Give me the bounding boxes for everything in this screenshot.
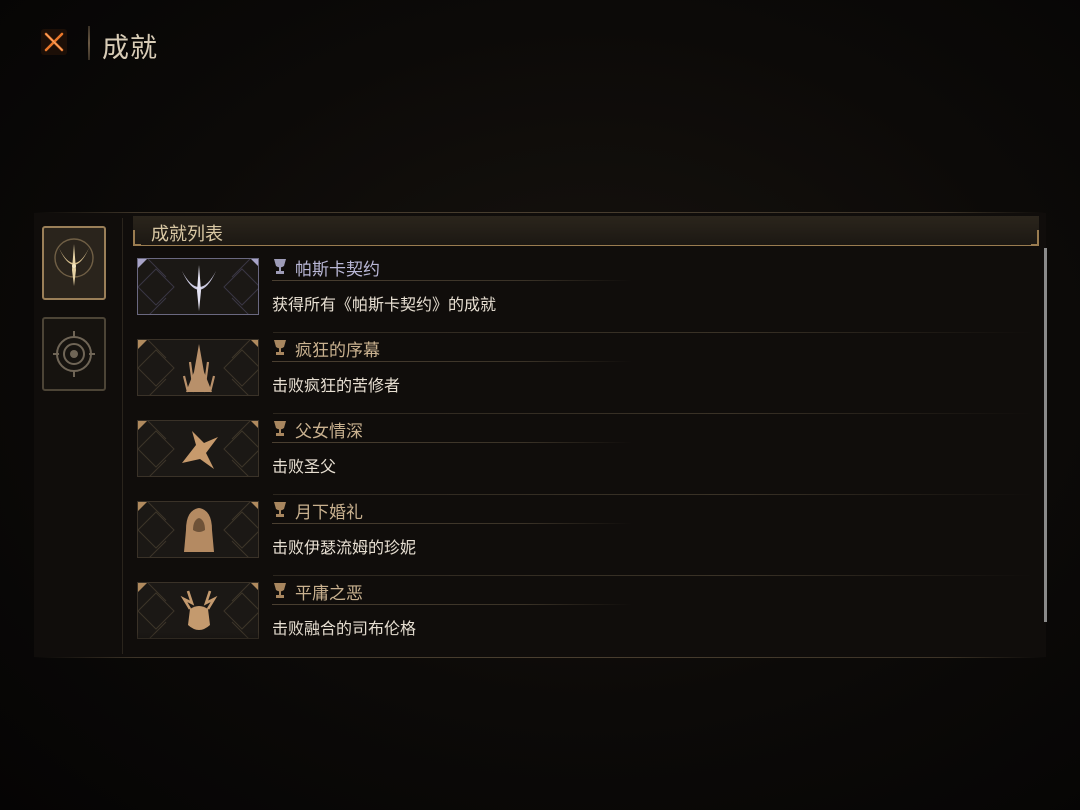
- achievement-description: 击败圣父: [272, 457, 337, 476]
- achievement-name: 父女情深: [295, 422, 363, 442]
- scrollbar-thumb[interactable]: [1044, 248, 1047, 622]
- trophy-icon: [274, 502, 286, 517]
- achievement-row[interactable]: 帕斯卡契约 获得所有《帕斯卡契约》的成就: [135, 252, 1040, 333]
- trophy-icon: [274, 340, 286, 355]
- name-underline: [272, 361, 632, 362]
- crescent-blade-icon: [182, 265, 216, 311]
- name-underline: [272, 442, 632, 443]
- hooded-bride-icon: [184, 508, 214, 552]
- spiral-sun-icon: [53, 331, 95, 377]
- crescent-blade-icon: [54, 238, 94, 286]
- list-title: 成就列表: [151, 224, 223, 245]
- name-underline: [272, 604, 632, 605]
- achievement-badge: [137, 582, 259, 639]
- header-divider: [88, 26, 90, 60]
- name-underline: [272, 280, 632, 281]
- achievement-badge: [137, 501, 259, 558]
- close-x-icon: [41, 29, 67, 55]
- panel-bottom-border: [34, 657, 1046, 658]
- achievement-description: 击败疯狂的苦修者: [272, 376, 401, 395]
- achievement-name: 帕斯卡契约: [295, 260, 380, 280]
- achievement-badge: [137, 420, 259, 477]
- achievement-description: 获得所有《帕斯卡契约》的成就: [272, 295, 497, 314]
- category-tab-2[interactable]: [42, 317, 106, 391]
- achievement-row[interactable]: 父女情深 击败圣父: [135, 414, 1040, 495]
- pointing-hands-icon: [182, 431, 218, 469]
- achievement-badge: [137, 258, 259, 315]
- spire-cathedral-icon: [182, 344, 216, 393]
- antlered-beast-icon: [180, 590, 218, 630]
- close-button[interactable]: [38, 26, 70, 58]
- trophy-icon: [274, 259, 286, 274]
- achievement-name: 月下婚礼: [295, 503, 363, 523]
- panel-top-border: [34, 212, 1046, 213]
- achievement-description: 击败伊瑟流姆的珍妮: [272, 538, 417, 557]
- achievement-list: 帕斯卡契约 获得所有《帕斯卡契约》的成就 疯狂的序幕 击败疯狂的苦修者 父女情深…: [135, 252, 1040, 656]
- page-title: 成就: [102, 33, 158, 64]
- list-header: 成就列表: [133, 216, 1039, 246]
- achievement-badge: [137, 339, 259, 396]
- trophy-icon: [274, 583, 286, 598]
- achievement-name: 疯狂的序幕: [295, 341, 380, 361]
- list-bottom-fade: [135, 632, 1040, 656]
- trophy-icon: [274, 421, 286, 436]
- achievement-row[interactable]: 疯狂的序幕 击败疯狂的苦修者: [135, 333, 1040, 414]
- sidebar-separator: [122, 218, 123, 654]
- name-underline: [272, 523, 632, 524]
- scrollbar[interactable]: [1044, 248, 1047, 622]
- achievement-name: 平庸之恶: [295, 584, 363, 604]
- category-tab-1[interactable]: [42, 226, 106, 300]
- achievement-row[interactable]: 月下婚礼 击败伊瑟流姆的珍妮: [135, 495, 1040, 576]
